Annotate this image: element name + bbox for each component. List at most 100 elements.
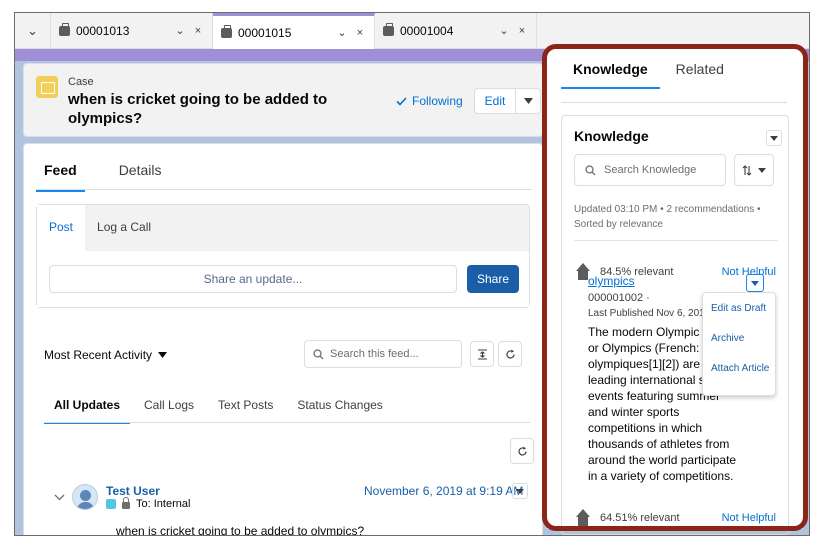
feed-card: Feed Details Post Log a Call Share an up… bbox=[23, 143, 543, 536]
caret-down-icon bbox=[158, 352, 168, 358]
not-helpful-link[interactable]: Not Helpful bbox=[722, 512, 776, 524]
tab-related[interactable]: Related bbox=[664, 61, 736, 89]
knowledge-menu-button[interactable] bbox=[766, 130, 782, 146]
knowledge-search-input[interactable]: Search Knowledge bbox=[574, 154, 726, 186]
case-title: when is cricket going to be added to oly… bbox=[68, 91, 328, 127]
object-type-label: Case bbox=[68, 76, 94, 88]
tab-feed[interactable]: Feed bbox=[36, 162, 85, 192]
close-icon[interactable]: × bbox=[192, 25, 204, 37]
utility-side-panel: Knowledge Related Knowledge Search Knowl… bbox=[547, 49, 803, 535]
feed-item: Test User To: Internal November 6, 2019 … bbox=[44, 483, 530, 536]
status-line: Sorted by relevance bbox=[574, 219, 663, 230]
search-icon bbox=[313, 348, 324, 359]
post-body: when is cricket going to be added to oly… bbox=[116, 524, 365, 536]
post-timestamp[interactable]: November 6, 2019 at 9:19 AM bbox=[364, 484, 523, 498]
tab-label: 00001004 bbox=[400, 23, 454, 38]
case-icon bbox=[221, 25, 232, 38]
article-number: 000001002 · bbox=[588, 292, 650, 304]
publisher-tabs: Post Log a Call bbox=[37, 205, 163, 251]
post-visibility: To: Internal bbox=[106, 497, 191, 510]
sort-label: Most Recent Activity bbox=[44, 348, 153, 362]
chevron-down-icon[interactable]: ⌄ bbox=[498, 24, 510, 37]
knowledge-title: Knowledge bbox=[574, 128, 649, 144]
close-icon[interactable]: × bbox=[354, 27, 366, 39]
workspace-tab-00001004[interactable]: 00001004 ⌄ × bbox=[375, 13, 537, 48]
share-button[interactable]: Share bbox=[467, 265, 519, 293]
status-line: Updated 03:10 PM • 2 recommendations • bbox=[574, 204, 761, 215]
collapse-all-button[interactable] bbox=[470, 341, 494, 367]
check-icon bbox=[396, 96, 407, 106]
article-published: Last Published Nov 6, 2019 bbox=[588, 308, 711, 319]
menu-item-attach-article[interactable]: Attach Article bbox=[711, 363, 769, 374]
case-highlights-panel: Case when is cricket going to be added t… bbox=[23, 63, 543, 137]
tab-label: 00001015 bbox=[238, 25, 292, 40]
caret-down-icon bbox=[516, 488, 524, 494]
feed-search-placeholder: Search this feed... bbox=[330, 348, 419, 360]
search-icon bbox=[585, 164, 596, 175]
case-icon bbox=[383, 23, 394, 36]
divider bbox=[36, 189, 532, 190]
post-author[interactable]: Test User bbox=[106, 484, 160, 498]
workspace-tab-00001015[interactable]: 00001015 ⌄ × bbox=[213, 13, 375, 49]
chevron-down-icon: ⌄ bbox=[27, 22, 38, 38]
refresh-icon bbox=[517, 446, 527, 455]
app-window: ⌄ 00001013 ⌄ × 00001015 ⌄ × 00001004 ⌄ ×… bbox=[14, 12, 810, 536]
lock-icon bbox=[122, 497, 130, 509]
edit-button[interactable]: Edit bbox=[474, 88, 516, 114]
sort-icon bbox=[742, 164, 752, 176]
tab-label: 00001013 bbox=[76, 23, 130, 38]
tab-post[interactable]: Post bbox=[37, 205, 86, 251]
chevron-down-icon bbox=[523, 98, 533, 104]
knowledge-article-icon bbox=[574, 509, 592, 527]
knowledge-card: Knowledge Search Knowledge Updated 03:10… bbox=[561, 115, 789, 535]
close-icon[interactable]: × bbox=[516, 25, 528, 37]
tab-knowledge[interactable]: Knowledge bbox=[561, 61, 660, 89]
refresh-icon bbox=[505, 349, 515, 358]
more-actions-button[interactable] bbox=[515, 88, 541, 114]
article-relevance-row: 64.51% relevant Not Helpful bbox=[574, 508, 776, 528]
caret-down-icon bbox=[770, 135, 778, 141]
share-update-input[interactable]: Share an update... bbox=[49, 265, 457, 293]
refresh-updates-button[interactable] bbox=[510, 438, 534, 464]
post-actions-button[interactable] bbox=[512, 483, 528, 499]
divider bbox=[574, 240, 778, 241]
menu-item-archive[interactable]: Archive bbox=[711, 333, 744, 344]
chevron-down-icon[interactable]: ⌄ bbox=[174, 24, 186, 37]
menu-item-edit-as-draft[interactable]: Edit as Draft bbox=[711, 303, 766, 314]
caret-down-icon bbox=[751, 280, 759, 286]
article-actions-menu: Edit as Draft Archive Attach Article bbox=[702, 292, 776, 396]
visibility-label: To: Internal bbox=[136, 498, 191, 510]
publisher-body: Share an update... Share bbox=[37, 251, 529, 307]
side-panel-tabs: Knowledge Related bbox=[561, 61, 740, 89]
knowledge-status: Updated 03:10 PM • 2 recommendations • S… bbox=[574, 202, 774, 232]
following-label: Following bbox=[412, 94, 463, 108]
tab-log-a-call[interactable]: Log a Call bbox=[85, 205, 163, 251]
sort-dropdown[interactable]: Most Recent Activity bbox=[44, 348, 168, 362]
tab-text-posts[interactable]: Text Posts bbox=[208, 398, 283, 424]
divider bbox=[561, 102, 787, 103]
article-actions-button[interactable] bbox=[746, 274, 764, 292]
chevron-down-icon[interactable]: ⌄ bbox=[336, 26, 348, 39]
workspace-tab-00001013[interactable]: 00001013 ⌄ × bbox=[51, 13, 213, 48]
post-type-icon bbox=[106, 499, 116, 509]
article-title-link[interactable]: olympics bbox=[588, 274, 635, 288]
case-icon bbox=[59, 23, 70, 36]
relevance-score: 64.51% relevant bbox=[600, 512, 680, 524]
avatar[interactable] bbox=[72, 484, 98, 510]
knowledge-search-placeholder: Search Knowledge bbox=[604, 164, 697, 176]
tab-details[interactable]: Details bbox=[111, 162, 170, 192]
refresh-feed-button[interactable] bbox=[498, 341, 522, 367]
knowledge-sort-button[interactable] bbox=[734, 154, 774, 186]
chevron-down-icon[interactable] bbox=[54, 494, 65, 501]
tab-call-logs[interactable]: Call Logs bbox=[134, 398, 204, 424]
tab-status-changes[interactable]: Status Changes bbox=[287, 398, 392, 424]
tab-all-updates[interactable]: All Updates bbox=[44, 398, 131, 424]
caret-down-icon bbox=[758, 167, 766, 173]
record-tabs: Feed Details bbox=[36, 162, 169, 192]
publisher: Post Log a Call Share an update... Share bbox=[36, 204, 530, 308]
feed-search-input[interactable]: Search this feed... bbox=[304, 340, 462, 368]
following-button[interactable]: Following bbox=[396, 94, 463, 108]
feed-filter-tabs: All Updates Call Logs Text Posts Status … bbox=[44, 398, 397, 424]
tab-overflow-button[interactable]: ⌄ bbox=[15, 13, 51, 48]
collapse-icon bbox=[477, 348, 487, 360]
